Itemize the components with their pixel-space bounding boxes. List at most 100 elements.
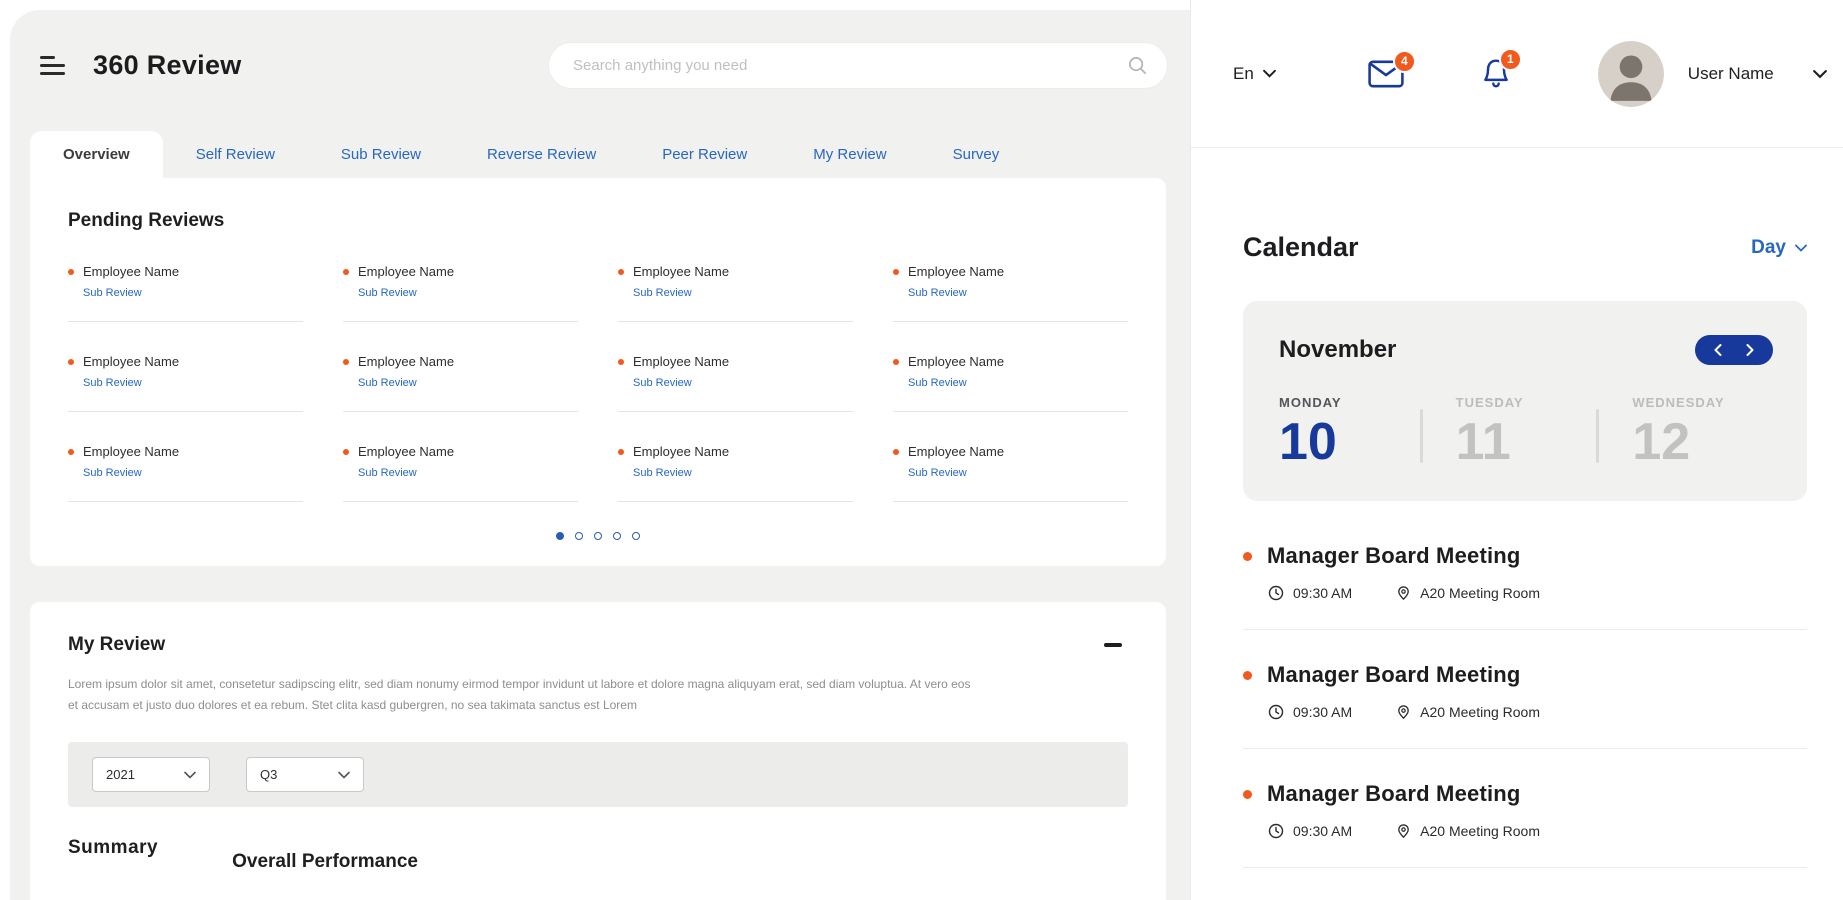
calendar-event[interactable]: Manager Board Meeting 09:30 AM <box>1243 511 1807 630</box>
main-header: 360 Review <box>10 10 1190 89</box>
event-location: A20 Meeting Room <box>1420 704 1540 720</box>
review-type-link[interactable]: Sub Review <box>358 377 417 389</box>
review-type-link[interactable]: Sub Review <box>633 467 692 479</box>
employee-name: Employee Name <box>633 264 729 279</box>
app-root: 360 Review OverviewSelf ReviewSub Review… <box>0 0 1843 900</box>
review-type-link[interactable]: Sub Review <box>908 377 967 389</box>
employee-name: Employee Name <box>83 444 179 459</box>
chevron-down-icon <box>184 771 196 779</box>
employee-name: Employee Name <box>633 444 729 459</box>
tab[interactable]: Peer Review <box>629 131 780 178</box>
location-pin-icon <box>1396 823 1411 839</box>
overall-performance-title: Overall Performance <box>232 851 418 873</box>
bullet-icon <box>893 449 899 455</box>
bullet-icon <box>68 449 74 455</box>
tab[interactable]: Self Review <box>163 131 308 178</box>
notifications-button[interactable]: 1 <box>1482 58 1510 90</box>
pending-review-item: Employee Name Sub Review <box>68 264 303 322</box>
bullet-icon <box>618 449 624 455</box>
tab[interactable]: Reverse Review <box>454 131 629 178</box>
review-type-link[interactable]: Sub Review <box>83 287 142 299</box>
minus-icon <box>1104 643 1122 647</box>
bullet-icon <box>893 359 899 365</box>
employee-name: Employee Name <box>908 444 1004 459</box>
language-selector[interactable]: En <box>1233 64 1276 84</box>
event-title: Manager Board Meeting <box>1267 781 1521 807</box>
review-type-link[interactable]: Sub Review <box>358 287 417 299</box>
calendar-day[interactable]: WEDNESDAY 12 <box>1596 395 1773 471</box>
event-location: A20 Meeting Room <box>1420 585 1540 601</box>
pagination-dot[interactable] <box>594 532 602 540</box>
chevron-down-icon <box>1263 69 1276 78</box>
search-icon[interactable] <box>1128 56 1147 75</box>
bullet-icon <box>343 269 349 275</box>
bullet-icon <box>618 359 624 365</box>
tab[interactable]: My Review <box>780 131 919 178</box>
pending-reviews-card: Pending Reviews Employee Name Sub Review… <box>30 178 1166 566</box>
event-location: A20 Meeting Room <box>1420 823 1540 839</box>
calendar-month-card: November MONDAY 10 <box>1243 301 1807 501</box>
calendar-event[interactable]: Manager Board Meeting 09:30 AM <box>1243 630 1807 749</box>
pagination-dot[interactable] <box>575 532 583 540</box>
prev-month-button[interactable] <box>1710 342 1726 358</box>
user-bar: En 4 1 User Name <box>1191 0 1843 148</box>
day-number: 12 <box>1632 414 1773 471</box>
employee-name: Employee Name <box>908 354 1004 369</box>
tab[interactable]: Sub Review <box>308 131 454 178</box>
day-label: MONDAY <box>1279 395 1420 410</box>
calendar-event[interactable]: Manager Board Meeting 09:30 AM <box>1243 749 1807 868</box>
bullet-icon <box>1243 790 1252 799</box>
pending-reviews-grid: Employee Name Sub Review Employee Name S… <box>68 264 1128 502</box>
employee-name: Employee Name <box>358 264 454 279</box>
pagination-dot[interactable] <box>613 532 621 540</box>
bullet-icon <box>618 269 624 275</box>
pending-review-item: Employee Name Sub Review <box>68 354 303 412</box>
location-pin-icon <box>1396 585 1411 601</box>
calendar-day[interactable]: TUESDAY 11 <box>1420 395 1597 471</box>
avatar[interactable] <box>1598 41 1664 107</box>
next-month-button[interactable] <box>1742 342 1758 358</box>
day-label: TUESDAY <box>1456 395 1597 410</box>
calendar-section: Calendar Day November <box>1191 148 1843 868</box>
menu-icon[interactable] <box>38 52 67 79</box>
employee-name: Employee Name <box>83 354 179 369</box>
bullet-icon <box>68 359 74 365</box>
calendar-day[interactable]: MONDAY 10 <box>1279 395 1420 471</box>
pending-review-item: Employee Name Sub Review <box>893 354 1128 412</box>
pagination-dot[interactable] <box>632 532 640 540</box>
review-type-link[interactable]: Sub Review <box>83 467 142 479</box>
language-value: En <box>1233 64 1254 84</box>
chevron-down-icon <box>1795 244 1807 252</box>
pending-review-item: Employee Name Sub Review <box>343 264 578 322</box>
messages-button[interactable]: 4 <box>1368 60 1404 88</box>
my-review-text: Lorem ipsum dolor sit amet, consetetur s… <box>68 674 973 716</box>
summary-title: Summary <box>68 837 158 859</box>
review-type-link[interactable]: Sub Review <box>633 377 692 389</box>
year-select[interactable]: 2021 <box>92 757 210 792</box>
review-type-link[interactable]: Sub Review <box>908 467 967 479</box>
tab[interactable]: Overview <box>30 131 163 178</box>
search-box[interactable] <box>548 42 1168 89</box>
collapse-button[interactable] <box>1098 637 1128 653</box>
user-name: User Name <box>1688 64 1774 84</box>
calendar-view-select[interactable]: Day <box>1751 237 1807 259</box>
employee-name: Employee Name <box>908 264 1004 279</box>
event-list: Manager Board Meeting 09:30 AM <box>1243 511 1807 868</box>
review-type-link[interactable]: Sub Review <box>83 377 142 389</box>
bullet-icon <box>893 269 899 275</box>
main-area: 360 Review OverviewSelf ReviewSub Review… <box>10 10 1190 900</box>
user-menu-chevron-icon[interactable] <box>1813 69 1827 79</box>
bullet-icon <box>1243 552 1252 561</box>
day-number: 11 <box>1456 414 1597 471</box>
pending-reviews-title: Pending Reviews <box>68 210 1128 232</box>
tab[interactable]: Survey <box>920 131 1033 178</box>
quarter-select[interactable]: Q3 <box>246 757 364 792</box>
event-title: Manager Board Meeting <box>1267 543 1521 569</box>
pending-review-item: Employee Name Sub Review <box>618 444 853 502</box>
event-time: 09:30 AM <box>1293 585 1352 601</box>
review-type-link[interactable]: Sub Review <box>633 287 692 299</box>
review-type-link[interactable]: Sub Review <box>908 287 967 299</box>
pagination-dot[interactable] <box>556 532 564 540</box>
review-type-link[interactable]: Sub Review <box>358 467 417 479</box>
search-input[interactable] <box>573 57 1128 74</box>
